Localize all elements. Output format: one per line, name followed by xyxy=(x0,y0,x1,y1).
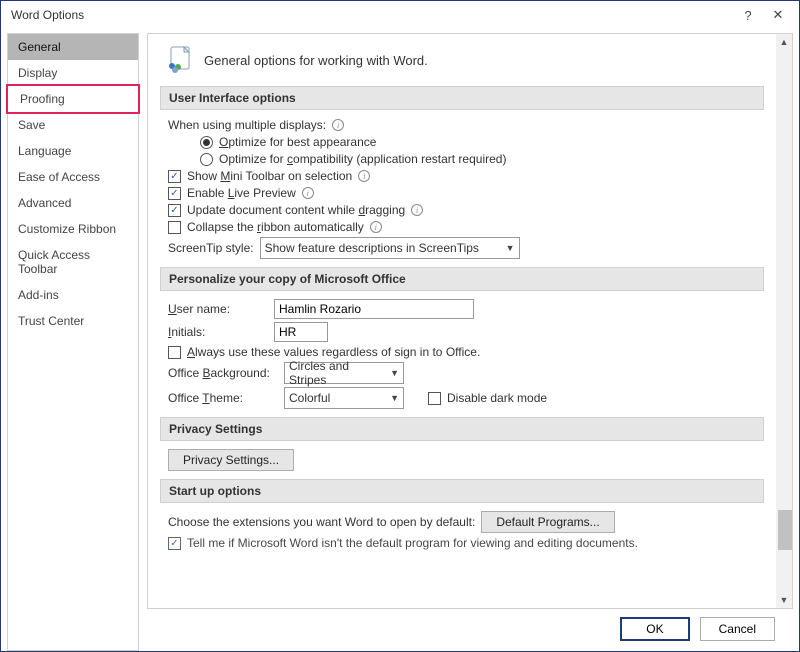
screentip-style-combo[interactable]: Show feature descriptions in ScreenTips … xyxy=(260,237,520,259)
extensions-label: Choose the extensions you want Word to o… xyxy=(168,515,475,529)
options-sidebar: GeneralDisplayProofingSaveLanguageEase o… xyxy=(7,33,139,651)
checkbox-always-use[interactable] xyxy=(168,346,181,359)
radio-compatibility[interactable] xyxy=(200,153,213,166)
sidebar-item-proofing[interactable]: Proofing xyxy=(6,84,140,114)
sidebar-item-quick-access-toolbar[interactable]: Quick Access Toolbar xyxy=(8,242,138,282)
checkbox-live-preview[interactable]: ✓ xyxy=(168,187,181,200)
disable-dark-label: Disable dark mode xyxy=(447,391,547,405)
checkbox-tell-me-default[interactable]: ✓ xyxy=(168,537,181,550)
checkbox-mini-toolbar[interactable]: ✓ xyxy=(168,170,181,183)
scroll-down-button[interactable]: ▼ xyxy=(776,592,792,608)
office-theme-combo[interactable]: Colorful ▼ xyxy=(284,387,404,409)
update-dragging-label: Update document content while dragging xyxy=(187,203,405,217)
group-startup: Start up options xyxy=(160,479,764,503)
chevron-down-icon: ▼ xyxy=(390,368,399,378)
chevron-down-icon: ▼ xyxy=(390,393,399,403)
dialog-title: Word Options xyxy=(11,8,733,22)
office-theme-label: Office Theme: xyxy=(168,391,278,405)
tell-me-label: Tell me if Microsoft Word isn't the defa… xyxy=(187,536,638,550)
initials-label: Initials: xyxy=(168,325,268,339)
chevron-down-icon: ▼ xyxy=(506,243,515,253)
collapse-ribbon-label: Collapse the ribbon automatically xyxy=(187,220,364,234)
mini-toolbar-label: Show Mini Toolbar on selection xyxy=(187,169,352,183)
sidebar-item-trust-center[interactable]: Trust Center xyxy=(8,308,138,334)
vertical-scrollbar[interactable]: ▲ ▼ xyxy=(776,34,792,608)
sidebar-item-advanced[interactable]: Advanced xyxy=(8,190,138,216)
checkbox-update-dragging[interactable]: ✓ xyxy=(168,204,181,217)
scroll-thumb[interactable] xyxy=(778,510,792,550)
radio-best-appearance[interactable] xyxy=(200,136,213,149)
group-personalize: Personalize your copy of Microsoft Offic… xyxy=(160,267,764,291)
privacy-settings-button[interactable]: Privacy Settings... xyxy=(168,449,294,471)
sidebar-item-customize-ribbon[interactable]: Customize Ribbon xyxy=(8,216,138,242)
default-programs-button[interactable]: Default Programs... xyxy=(481,511,614,533)
info-icon[interactable]: i xyxy=(332,119,344,131)
cancel-button[interactable]: Cancel xyxy=(700,617,775,641)
radio-compat-label: Optimize for compatibility (application … xyxy=(219,152,506,166)
general-options-icon xyxy=(166,46,194,74)
group-ui-options: User Interface options xyxy=(160,86,764,110)
info-icon[interactable]: i xyxy=(358,170,370,182)
sidebar-item-save[interactable]: Save xyxy=(8,112,138,138)
username-input[interactable] xyxy=(274,299,474,319)
multi-displays-label: When using multiple displays: i xyxy=(168,118,764,132)
office-background-combo[interactable]: Circles and Stripes ▼ xyxy=(284,362,404,384)
sidebar-item-add-ins[interactable]: Add-ins xyxy=(8,282,138,308)
ok-button[interactable]: OK xyxy=(620,617,689,641)
group-privacy: Privacy Settings xyxy=(160,417,764,441)
checkbox-disable-dark[interactable] xyxy=(428,392,441,405)
always-use-label: Always use these values regardless of si… xyxy=(187,345,480,359)
scroll-up-button[interactable]: ▲ xyxy=(776,34,792,50)
info-icon[interactable]: i xyxy=(370,221,382,233)
screentip-label: ScreenTip style: xyxy=(168,241,254,255)
username-label: User name: xyxy=(168,302,268,316)
page-header: General options for working with Word. xyxy=(204,53,428,68)
sidebar-item-general[interactable]: General xyxy=(8,34,138,60)
live-preview-label: Enable Live Preview xyxy=(187,186,296,200)
info-icon[interactable]: i xyxy=(411,204,423,216)
sidebar-item-ease-of-access[interactable]: Ease of Access xyxy=(8,164,138,190)
sidebar-item-language[interactable]: Language xyxy=(8,138,138,164)
checkbox-collapse-ribbon[interactable] xyxy=(168,221,181,234)
close-button[interactable]: ✕ xyxy=(763,4,793,26)
sidebar-item-display[interactable]: Display xyxy=(8,60,138,86)
info-icon[interactable]: i xyxy=(302,187,314,199)
initials-input[interactable] xyxy=(274,322,328,342)
office-background-label: Office Background: xyxy=(168,366,278,380)
help-button[interactable]: ? xyxy=(733,4,763,26)
radio-best-label: Optimize for best appearance xyxy=(219,135,376,149)
